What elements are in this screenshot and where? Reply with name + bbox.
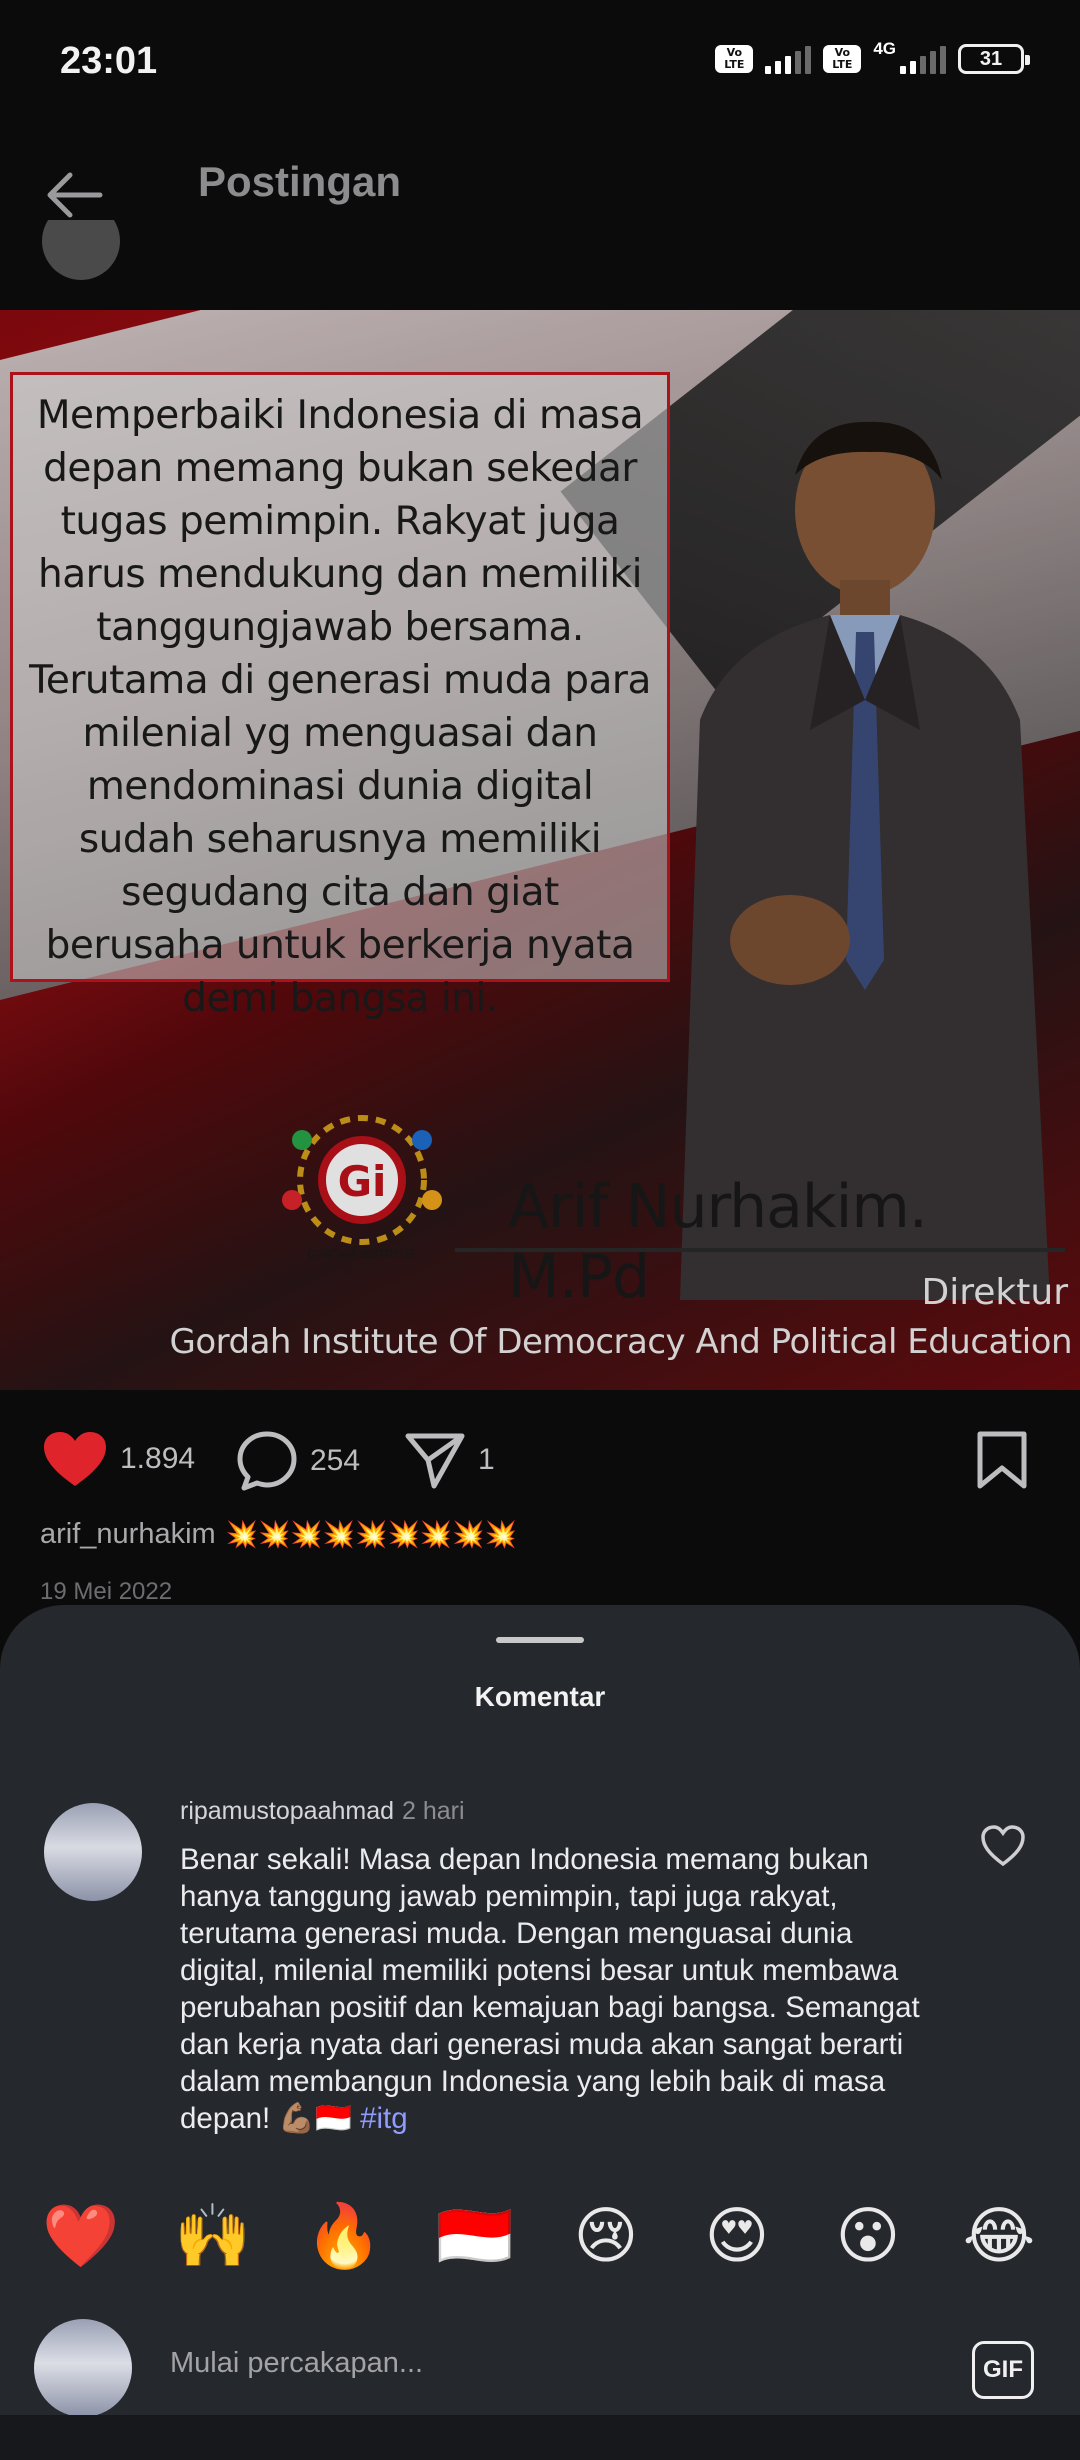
reaction-surprised[interactable]: 😮 [823, 2191, 913, 2281]
comment-hashtag[interactable]: #itg [360, 2102, 408, 2135]
sheet-title: Komentar [474, 1681, 606, 1712]
status-bar: 23:01 Vo LTE Vo LTE 4G 31 [0, 0, 1080, 130]
reaction-fire[interactable]: 🔥 [299, 2191, 389, 2281]
battery-level: 31 [979, 47, 1003, 70]
status-icons: Vo LTE Vo LTE 4G 31 [715, 39, 1030, 74]
comments-sheet: Komentar ripamustopaahmad 2 hari Benar se… [0, 1605, 1080, 2460]
reaction-raised-hands[interactable]: 🙌 [168, 2191, 258, 2281]
commenter-username[interactable]: ripamustopaahmad [180, 1797, 394, 1825]
volte-icon-2: Vo LTE [823, 45, 862, 73]
bookmark-icon [977, 1431, 1027, 1489]
signal-icon-2 [900, 44, 946, 74]
reaction-laughing[interactable]: 😂 [954, 2191, 1044, 2281]
share-count: 1 [478, 1443, 495, 1476]
reaction-heart-eyes[interactable]: 😍 [692, 2191, 782, 2281]
post-date: 19 Mei 2022 [40, 1578, 173, 1605]
signal-icon [765, 44, 812, 74]
comment-header: ripamustopaahmad 2 hari [180, 1797, 465, 1826]
comment-like-button[interactable] [980, 1825, 1026, 1872]
reaction-heart[interactable]: ❤️ [36, 2191, 126, 2281]
send-icon [405, 1433, 465, 1489]
system-nav-bar [0, 2415, 1080, 2460]
volte-icon: Vo LTE [715, 45, 754, 73]
author-avatar[interactable] [42, 220, 120, 280]
comment-time: 2 hari [402, 1797, 465, 1825]
quick-reactions: ❤️ 🙌 🔥 🇮🇩 😢 😍 😮 😂 [0, 2183, 1080, 2293]
comment-button[interactable]: 254 [236, 1430, 360, 1492]
battery-icon: 31 [958, 44, 1030, 74]
post-caption: arif_nurhakim 💥💥💥💥💥💥💥💥💥 [40, 1518, 517, 1551]
commenter-avatar[interactable] [44, 1803, 142, 1901]
caption-username[interactable]: arif_nurhakim [40, 1518, 216, 1551]
post-image[interactable]: Memperbaiki Indonesia di masa depan mema… [0, 310, 1080, 1390]
reaction-crying[interactable]: 😢 [561, 2191, 651, 2281]
save-button[interactable] [976, 1430, 1028, 1490]
heart-filled-icon [44, 1432, 106, 1486]
status-time: 23:01 [60, 40, 158, 82]
comment-count: 254 [310, 1444, 361, 1477]
top-app-bar: Postingan [0, 130, 1080, 260]
comment-bubble-icon [237, 1431, 297, 1491]
network-type: 4G [873, 39, 896, 58]
comment-body: Benar sekali! Masa depan Indonesia meman… [180, 1843, 920, 2135]
page-title: Postingan [198, 158, 402, 205]
gif-button[interactable]: GIF [972, 2341, 1034, 2399]
reaction-flag-indonesia[interactable]: 🇮🇩 [430, 2191, 520, 2281]
caption-emojis: 💥💥💥💥💥💥💥💥💥 [225, 1519, 518, 1549]
sheet-grabber[interactable] [496, 1637, 584, 1643]
comment-input[interactable]: Mulai percakapan... [170, 2347, 423, 2380]
post-actions: 1.894 254 1 [0, 1410, 1080, 1520]
my-avatar [34, 2319, 132, 2417]
like-button[interactable]: 1.894 [42, 1430, 195, 1488]
comment-item: ripamustopaahmad 2 hari Benar sekali! Mas… [0, 1785, 1080, 2145]
share-button[interactable]: 1 [404, 1430, 495, 1490]
like-count: 1.894 [120, 1442, 196, 1475]
comment-text: Benar sekali! Masa depan Indonesia meman… [180, 1841, 940, 2137]
heart-outline-icon [981, 1825, 1025, 1867]
